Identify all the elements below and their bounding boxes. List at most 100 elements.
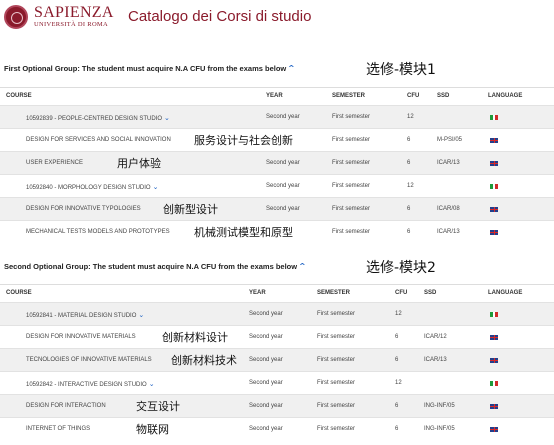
brand-sub: UNIVERSITÀ DI ROMA [34,21,109,29]
course-label: 10592840 - MORPHOLOGY DESIGN STUDIO [26,185,151,191]
course-cfu: 6 [395,357,399,363]
course-table-1: COURSE YEAR SEMESTER CFU SSD LANGUAGE 10592839… [0,87,554,243]
course-cfu: 6 [395,426,399,432]
course-year: Second year [249,403,283,409]
course-name: DESIGN FOR INTERACTION [26,403,106,409]
sapienza-logo[interactable]: SAPIENZA UNIVERSITÀ DI ROMA [4,5,114,29]
column-header: SSD [424,290,437,296]
group-title-1[interactable]: First Optional Group: The student must a… [4,64,296,73]
column-header: SEMESTER [317,290,351,296]
course-name: MECHANICAL TESTS MODELS AND PROTOTYPES [26,229,170,235]
course-label: 10592842 - INTERACTIVE DESIGN STUDIO [26,382,147,388]
course-cfu: 6 [395,334,399,340]
course-ssd: M-PSI/05 [437,137,463,143]
course-semester: First semester [332,183,371,189]
column-header: LANGUAGE [488,93,523,99]
site-header: SAPIENZA UNIVERSITÀ DI ROMA Catalogo dei… [0,0,554,34]
course-name: INTERNET OF THINGS [26,426,90,432]
course-label: TECNOLOGIES OF INNOVATIVE MATERIALS [26,357,152,363]
course-annotation: 用户体验 [117,157,161,170]
table-row[interactable]: INTERNET OF THINGS Second year First semes… [0,417,554,440]
course-table-2: COURSE YEAR SEMESTER CFU SSD LANGUAGE 10592841… [0,284,554,440]
course-semester: First semester [317,334,356,340]
course-cfu: 12 [407,183,414,189]
italy-flag-icon [490,184,499,189]
chevron-up-icon[interactable]: ⌃ [298,262,307,271]
course-annotation: 机械测试模型和原型 [194,226,293,239]
table-row[interactable]: MECHANICAL TESTS MODELS AND PROTOTYPES Fi… [0,220,554,243]
course-label: MECHANICAL TESTS MODELS AND PROTOTYPES [26,229,170,235]
course-year: Second year [249,380,283,386]
course-annotation: 交互设计 [136,400,180,413]
group-title-2[interactable]: Second Optional Group: The student must … [4,262,307,271]
table-row[interactable]: 10592841 - MATERIAL DESIGN STUDIO ⌄ Second… [0,302,554,325]
course-name[interactable]: 10592839 - PEOPLE-CENTRED DESIGN STUDIO ⌄ [26,114,170,122]
course-cfu: 12 [395,380,402,386]
course-label: DESIGN FOR SERVICES AND SOCIAL INNOVATIO… [26,137,171,143]
italy-flag-icon [490,115,499,120]
course-year: Second year [266,160,300,166]
column-header: CFU [407,93,420,99]
column-header: SSD [437,93,450,99]
uk-flag-icon [490,207,498,212]
uk-flag-icon [490,427,498,432]
course-cfu: 6 [407,160,411,166]
table-row[interactable]: 10592839 - PEOPLE-CENTRED DESIGN STUDIO ⌄… [0,105,554,128]
course-name: TECNOLOGIES OF INNOVATIVE MATERIALS [26,357,152,363]
course-name: USER EXPERIENCE [26,160,83,166]
uk-flag-icon [490,161,498,166]
table-row[interactable]: DESIGN FOR INNOVATIVE MATERIALS Second ye… [0,325,554,348]
course-semester: First semester [317,426,356,432]
column-header: LANGUAGE [488,290,523,296]
table-row[interactable]: DESIGN FOR INNOVATIVE TYPOLOGIES Second y… [0,197,554,220]
course-ssd: ICAR/13 [437,160,460,166]
course-cfu: 6 [395,403,399,409]
course-ssd: ICAR/13 [437,229,460,235]
course-label: DESIGN FOR INTERACTION [26,403,106,409]
course-semester: First semester [317,311,356,317]
page-title: Catalogo dei Corsi di studio [128,8,312,25]
course-year: Second year [249,311,283,317]
uk-flag-icon [490,138,498,143]
course-annotation: 创新材料技术 [171,354,237,367]
course-semester: First semester [317,380,356,386]
course-ssd: ING-INF/05 [424,426,455,432]
course-label: INTERNET OF THINGS [26,426,91,432]
course-label: DESIGN FOR INNOVATIVE MATERIALS [26,334,136,340]
course-cfu: 6 [407,229,411,235]
table-row[interactable]: 10592840 - MORPHOLOGY DESIGN STUDIO ⌄ Seco… [0,174,554,197]
course-name[interactable]: 10592840 - MORPHOLOGY DESIGN STUDIO ⌄ [26,183,158,191]
course-label: DESIGN FOR INNOVATIVE TYPOLOGIES [26,206,141,212]
chevron-down-icon[interactable]: ⌄ [138,312,144,319]
group-title-text: Second Optional Group: The student must … [4,262,298,271]
course-annotation: 物联网 [136,423,169,436]
course-name[interactable]: 10592841 - MATERIAL DESIGN STUDIO ⌄ [26,311,144,319]
course-name: DESIGN FOR INNOVATIVE TYPOLOGIES [26,206,141,212]
course-year: Second year [249,426,283,432]
course-year: Second year [266,114,300,120]
course-name[interactable]: 10592842 - INTERACTIVE DESIGN STUDIO ⌄ [26,380,155,388]
chevron-up-icon[interactable]: ⌃ [287,64,296,73]
course-semester: First semester [317,403,356,409]
table-row[interactable]: TECNOLOGIES OF INNOVATIVE MATERIALS Secon… [0,348,554,371]
group-title-text: First Optional Group: The student must a… [4,64,287,73]
table-row[interactable]: 10592842 - INTERACTIVE DESIGN STUDIO ⌄ Sec… [0,371,554,394]
course-annotation: 服务设计与社会创新 [194,134,293,147]
uk-flag-icon [490,404,498,409]
column-header: YEAR [266,93,283,99]
column-header: YEAR [249,290,266,296]
chevron-down-icon[interactable]: ⌄ [149,381,155,388]
course-year: Second year [266,206,300,212]
chevron-down-icon[interactable]: ⌄ [164,115,170,122]
table-row[interactable]: DESIGN FOR INTERACTION Second year First s… [0,394,554,417]
course-semester: First semester [332,160,371,166]
italy-flag-icon [490,381,499,386]
course-semester: First semester [332,206,371,212]
column-header: COURSE [6,93,32,99]
table-row[interactable]: USER EXPERIENCE Second year First semester… [0,151,554,174]
course-annotation: 创新材料设计 [162,331,228,344]
chevron-down-icon[interactable]: ⌄ [153,184,159,191]
course-year: Second year [249,357,283,363]
table-row[interactable]: DESIGN FOR SERVICES AND SOCIAL INNOVATIO… [0,128,554,151]
course-ssd: ICAR/13 [424,357,447,363]
